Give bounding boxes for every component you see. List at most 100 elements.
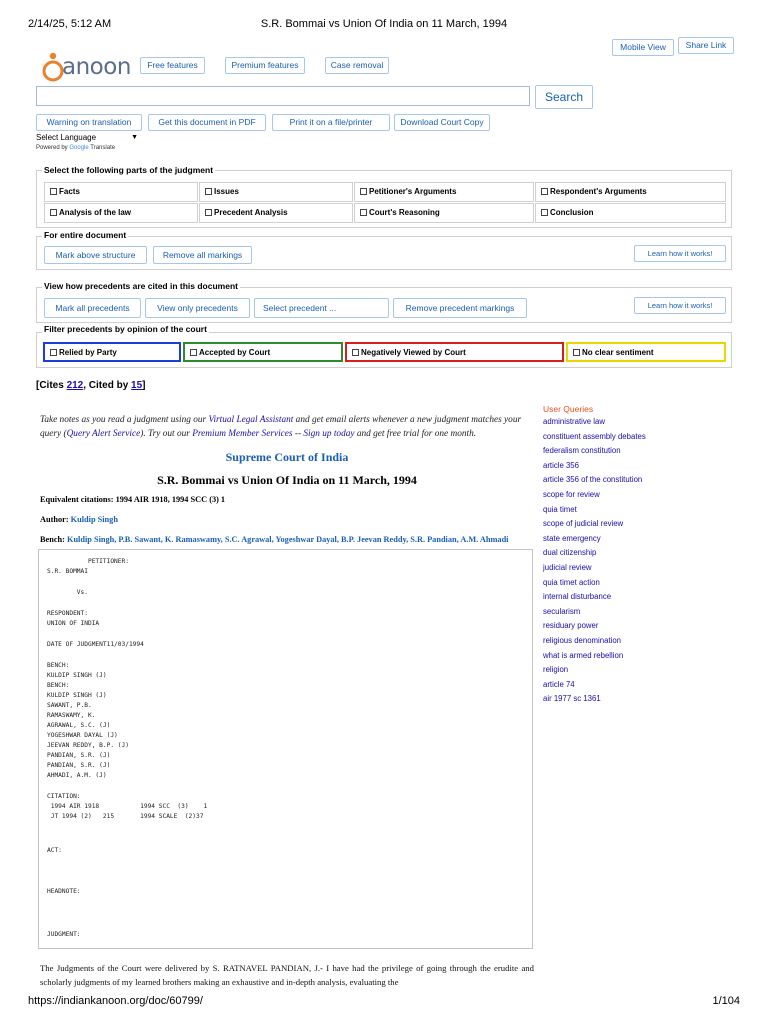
powered-by-label: Powered by bbox=[36, 145, 68, 151]
premium-features-button[interactable]: Premium features bbox=[225, 57, 305, 74]
notice-text: -- bbox=[292, 429, 304, 439]
checkbox-conclusion[interactable]: Conclusion bbox=[535, 203, 726, 223]
checkbox-issues[interactable]: Issues bbox=[199, 182, 353, 202]
user-query-link[interactable]: religion bbox=[543, 665, 568, 674]
pre-line: JEEVAN REDDY, B.P. (J) bbox=[47, 742, 129, 749]
print-button[interactable]: Print it on a file/printer bbox=[272, 114, 390, 131]
mark-structure-button[interactable]: Mark above structure bbox=[44, 246, 147, 264]
checkbox-petitioner-arguments[interactable]: Petitioner's Arguments bbox=[354, 182, 534, 202]
language-select-label: Select Language bbox=[36, 133, 97, 142]
checkbox-label: Petitioner's Arguments bbox=[369, 187, 457, 196]
mobile-view-button[interactable]: Mobile View bbox=[612, 39, 674, 56]
cited-by-label: , Cited by bbox=[83, 380, 132, 391]
filter-accepted-by-court[interactable]: Accepted by Court bbox=[183, 342, 343, 362]
download-court-copy-button[interactable]: Download Court Copy bbox=[394, 114, 490, 131]
checkbox-icon bbox=[50, 209, 57, 216]
checkbox-label: Precedent Analysis bbox=[214, 208, 288, 217]
user-query-link[interactable]: air 1977 sc 1361 bbox=[543, 694, 601, 703]
cited-by-link[interactable]: 15 bbox=[131, 380, 142, 391]
google-label: Google bbox=[69, 145, 89, 151]
checkbox-icon bbox=[360, 188, 367, 195]
judgment-preformatted: PETITIONER: S.R. BOMMAI Vs. RESPONDENT: … bbox=[38, 549, 533, 949]
pre-line: JT 1994 (2) 215 1994 SCALE (2)37 bbox=[47, 813, 204, 820]
checkbox-respondent-arguments[interactable]: Respondent's Arguments bbox=[535, 182, 726, 202]
user-query-link[interactable]: article 356 of the constitution bbox=[543, 475, 642, 484]
user-query-link[interactable]: religious denomination bbox=[543, 636, 621, 645]
user-query-link[interactable]: article 356 bbox=[543, 461, 579, 470]
user-query-link[interactable]: quia timet action bbox=[543, 578, 600, 587]
remove-markings-button[interactable]: Remove all markings bbox=[153, 246, 252, 264]
checkbox-icon bbox=[352, 349, 359, 356]
remove-precedent-markings-button[interactable]: Remove precedent markings bbox=[393, 298, 527, 318]
filter-relied-by-party[interactable]: Relied by Party bbox=[43, 342, 181, 362]
checkbox-facts[interactable]: Facts bbox=[44, 182, 198, 202]
checkbox-label: Respondent's Arguments bbox=[550, 187, 647, 196]
user-query-link[interactable]: dual citizenship bbox=[543, 548, 596, 557]
virtual-assistant-link[interactable]: Virtual Legal Assistant bbox=[208, 415, 293, 425]
checkbox-icon bbox=[205, 209, 212, 216]
user-query-link[interactable]: internal disturbance bbox=[543, 592, 611, 601]
user-query-link[interactable]: quia timet bbox=[543, 505, 577, 514]
translate-label: Translate bbox=[90, 145, 116, 151]
kanoon-logo[interactable]: anoon bbox=[40, 50, 131, 84]
user-query-link[interactable]: article 74 bbox=[543, 680, 575, 689]
user-query-link[interactable]: scope for review bbox=[543, 490, 600, 499]
print-header: 2/14/25, 5:12 AM S.R. Bommai vs Union Of… bbox=[28, 18, 740, 32]
case-removal-button[interactable]: Case removal bbox=[325, 57, 389, 74]
checkbox-label: Court's Reasoning bbox=[369, 208, 440, 217]
pre-line: ACT: bbox=[47, 847, 62, 854]
filter-negatively-viewed[interactable]: Negatively Viewed by Court bbox=[345, 342, 564, 362]
free-features-button[interactable]: Free features bbox=[140, 57, 205, 74]
checkbox-icon bbox=[541, 188, 548, 195]
user-query-link[interactable]: scope of judicial review bbox=[543, 519, 623, 528]
checkbox-icon bbox=[360, 209, 367, 216]
user-query-link[interactable]: constituent assembly debates bbox=[543, 432, 646, 441]
precedents-legend: View how precedents are cited in this do… bbox=[42, 281, 240, 291]
pre-line: RESPONDENT: bbox=[47, 610, 88, 617]
cites-link[interactable]: 212 bbox=[67, 380, 84, 391]
query-alert-link[interactable]: Query Alert Service bbox=[67, 429, 141, 439]
checkbox-court-reasoning[interactable]: Court's Reasoning bbox=[354, 203, 534, 223]
user-query-link[interactable]: state emergency bbox=[543, 534, 601, 543]
user-query-link[interactable]: judicial review bbox=[543, 563, 592, 572]
pre-line: S.R. BOMMAI bbox=[47, 568, 88, 575]
warning-translation-button[interactable]: Warning on translation bbox=[36, 114, 142, 131]
print-page-number: 1/104 bbox=[712, 995, 740, 1007]
user-query-link[interactable]: federalism constitution bbox=[543, 446, 621, 455]
checkbox-label: Negatively Viewed by Court bbox=[361, 348, 466, 357]
search-input[interactable] bbox=[36, 86, 530, 106]
premium-services-link[interactable]: Premium Member Services bbox=[192, 429, 292, 439]
print-page-title: S.R. Bommai vs Union Of India on 11 Marc… bbox=[260, 18, 508, 30]
pre-line: Vs. bbox=[47, 589, 88, 596]
filter-no-clear-sentiment[interactable]: No clear sentiment bbox=[566, 342, 726, 362]
checkbox-label: Facts bbox=[59, 187, 80, 196]
mark-all-precedents-button[interactable]: Mark all precedents bbox=[44, 298, 141, 318]
search-button[interactable]: Search bbox=[535, 85, 593, 109]
learn-how-precedents-button[interactable]: Learn how it works! bbox=[634, 297, 726, 314]
logo-text: anoon bbox=[62, 54, 131, 80]
user-query-link[interactable]: residuary power bbox=[543, 621, 598, 630]
share-link-button[interactable]: Share Link bbox=[678, 37, 734, 54]
pre-line: RAMASWAMY, K. bbox=[47, 712, 96, 719]
filter-legend: Filter precedents by opinion of the cour… bbox=[42, 324, 209, 334]
print-footer: https://indiankanoon.org/doc/60799/ 1/10… bbox=[28, 995, 740, 1009]
user-queries-heading: User Queries bbox=[543, 404, 594, 414]
checkbox-icon bbox=[541, 209, 548, 216]
user-query-link[interactable]: secularism bbox=[543, 607, 580, 616]
sign-up-link[interactable]: Sign up today bbox=[303, 429, 354, 439]
get-pdf-button[interactable]: Get this document in PDF bbox=[148, 114, 266, 131]
language-select[interactable]: Select Language ▼ bbox=[36, 131, 140, 145]
view-only-precedents-button[interactable]: View only precedents bbox=[145, 298, 250, 318]
checkbox-analysis-of-law[interactable]: Analysis of the law bbox=[44, 203, 198, 223]
cites-suffix: ] bbox=[142, 380, 146, 391]
checkbox-icon bbox=[573, 349, 580, 356]
user-query-link[interactable]: what is armed rebellion bbox=[543, 651, 623, 660]
learn-how-button[interactable]: Learn how it works! bbox=[634, 245, 726, 262]
judgment-body-text: The Judgments of the Court were delivere… bbox=[40, 963, 534, 987]
author-link[interactable]: Kuldip Singh bbox=[71, 515, 118, 524]
checkbox-icon bbox=[205, 188, 212, 195]
user-query-link[interactable]: administrative law bbox=[543, 417, 605, 426]
checkbox-precedent-analysis[interactable]: Precedent Analysis bbox=[199, 203, 353, 223]
bench-links[interactable]: Kuldip Singh, P.B. Sawant, K. Ramaswamy,… bbox=[67, 535, 509, 544]
select-precedent-dropdown[interactable]: Select precedent ... bbox=[254, 298, 389, 318]
